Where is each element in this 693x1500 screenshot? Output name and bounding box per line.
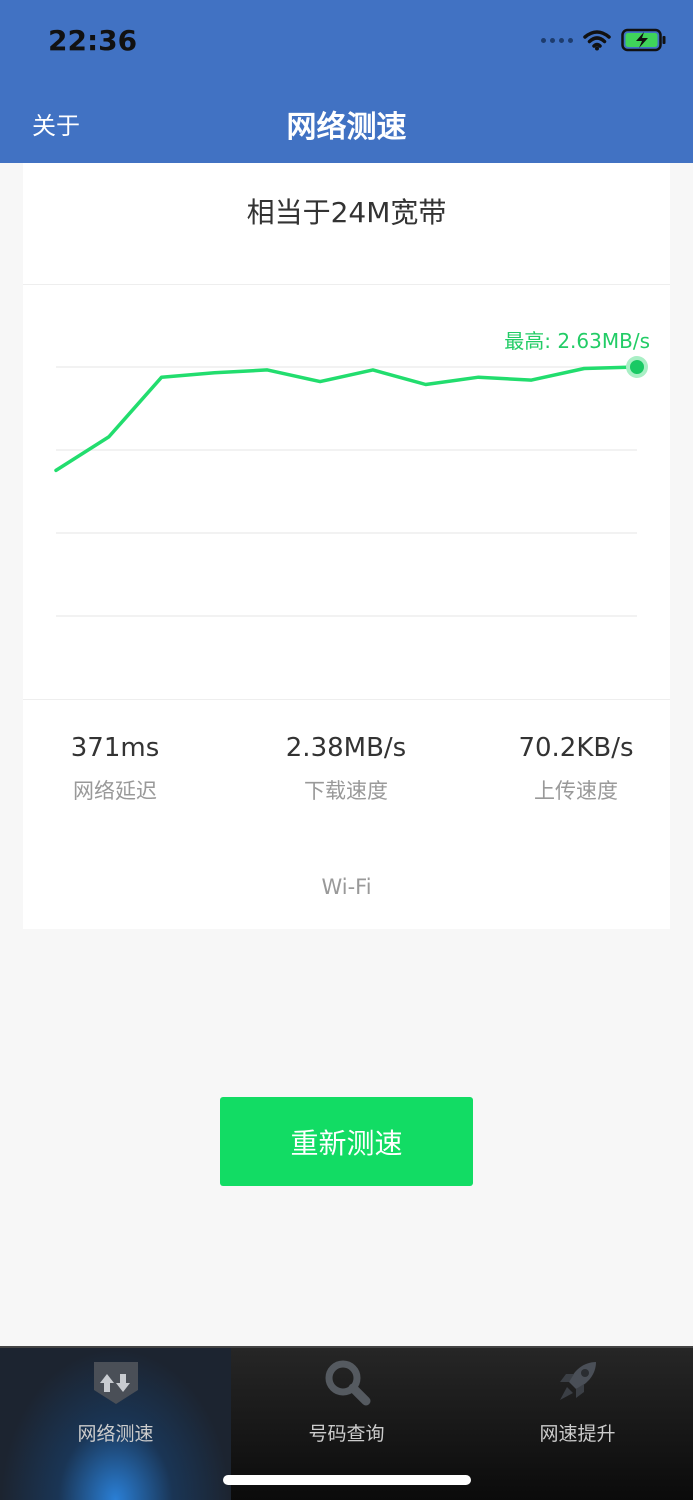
- page-title: 网络测速: [286, 110, 407, 145]
- tab-label: 号码查询: [308, 1423, 385, 1445]
- latency-value: 371ms: [70, 733, 160, 763]
- upload-stat: 70.2KB/s 上传速度: [476, 733, 676, 805]
- magnifier-icon: [325, 1360, 371, 1406]
- network-type-label: Wi-Fi: [321, 875, 372, 899]
- upload-value: 70.2KB/s: [518, 733, 634, 763]
- status-time: 22:36: [48, 24, 138, 57]
- download-stat: 2.38MB/s 下载速度: [246, 733, 446, 805]
- status-icons: [541, 28, 667, 52]
- download-value: 2.38MB/s: [285, 733, 407, 763]
- divider: [23, 284, 670, 285]
- tab-label: 网速提升: [539, 1423, 616, 1445]
- divider: [23, 699, 670, 700]
- home-indicator: [223, 1475, 471, 1485]
- upload-label: 上传速度: [534, 779, 618, 803]
- download-label: 下载速度: [304, 779, 388, 803]
- latency-stat: 371ms 网络延迟: [15, 733, 215, 805]
- speed-chart-svg: 最高: 2.63MB/s: [54, 329, 650, 617]
- battery-charging-icon: [621, 28, 666, 52]
- bandwidth-equivalent: 相当于24M宽带: [246, 196, 447, 229]
- latency-label: 网络延迟: [73, 779, 157, 803]
- stats-row: 371ms 网络延迟 2.38MB/s 下载速度 70.2KB/s 上传速度: [23, 733, 670, 813]
- cellular-signal-icon: [541, 37, 573, 43]
- tab-speed-test[interactable]: 网络测速: [0, 1348, 231, 1500]
- app-header: 22:36 关于 网络测速: [0, 0, 693, 163]
- peak-point: [630, 360, 644, 374]
- retest-button[interactable]: 重新测速: [220, 1097, 473, 1186]
- rocket-icon: [560, 1362, 596, 1400]
- speed-test-icon: [94, 1362, 138, 1404]
- tab-speed-boost[interactable]: 网速提升: [462, 1348, 693, 1500]
- result-card: 相当于24M宽带 最高: 2.63MB/s 371ms 网络延迟 2.38MB/…: [23, 163, 670, 929]
- tab-label: 网络测速: [77, 1423, 154, 1445]
- wifi-icon: [583, 30, 611, 51]
- peak-label: 最高: 2.63MB/s: [504, 329, 650, 353]
- speed-chart: 最高: 2.63MB/s: [23, 286, 670, 699]
- speed-series-line: [54, 365, 639, 473]
